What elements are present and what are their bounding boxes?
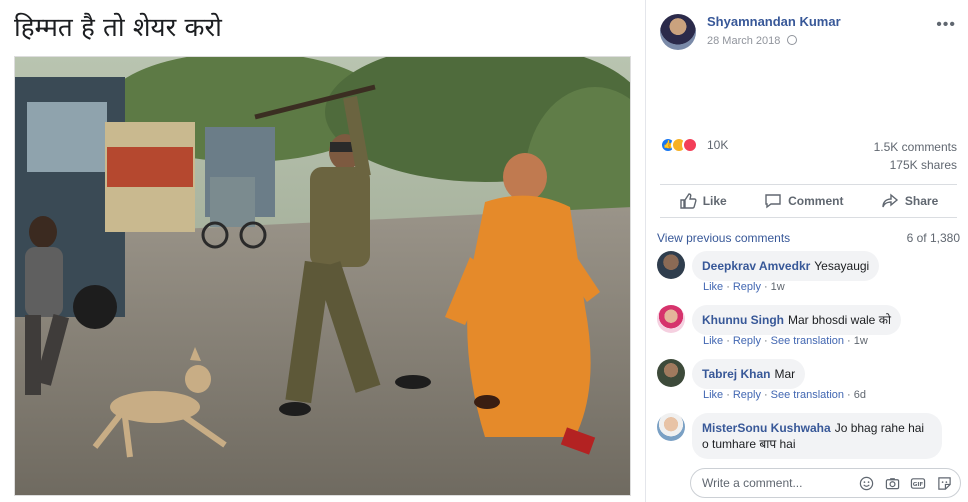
more-options-icon[interactable]: •••: [936, 16, 956, 34]
comment-icon: [765, 194, 781, 209]
share-button[interactable]: Share: [881, 192, 938, 210]
svg-text:GIF: GIF: [913, 481, 924, 487]
commenter-avatar[interactable]: [657, 251, 685, 279]
share-label: Share: [904, 194, 939, 208]
commenter-name[interactable]: Khunnu Singh: [702, 313, 784, 327]
comment-text: Mar bhosdi wale को: [787, 313, 892, 327]
commenter-name[interactable]: Tabrej Khan: [702, 367, 770, 381]
author-name[interactable]: Shyamnandan Kumar: [707, 14, 841, 29]
sticker-icon[interactable]: [936, 475, 952, 491]
comment-actions: Like · Reply · See translation · 6d: [703, 389, 866, 401]
composer-icons: GIF: [858, 475, 952, 491]
shares-count[interactable]: 175K shares: [890, 158, 957, 172]
comment-actions: Like · Reply · 1w: [703, 281, 785, 293]
action-bar: Like Comment Share: [660, 184, 957, 218]
camera-icon[interactable]: [884, 475, 900, 491]
post-viewer: हिम्मत है तो शेयर करो Shyamnandan Kumar …: [0, 0, 968, 502]
comment-input[interactable]: Write a comment...: [702, 476, 802, 490]
commenter-name[interactable]: MisterSonu Kushwaha: [702, 421, 831, 435]
see-translation-link[interactable]: See translation: [771, 389, 844, 401]
comment-bubble: Tabrej Khan Mar: [692, 359, 806, 389]
love-reaction-icon: [682, 137, 698, 153]
commenter-avatar[interactable]: [657, 413, 685, 441]
author-avatar[interactable]: [660, 14, 696, 50]
see-translation-link[interactable]: See translation: [771, 335, 844, 347]
globe-icon: [787, 35, 798, 45]
comment-like-link[interactable]: Like: [703, 389, 723, 401]
commenter-name[interactable]: Deepkrav Amvedkr: [702, 259, 810, 273]
comment-time[interactable]: 6d: [854, 389, 866, 401]
thumbs-up-icon: [680, 193, 697, 209]
comment-text: Mar: [774, 367, 796, 381]
comments-page-count: 6 of 1,380: [906, 231, 960, 245]
post-stats: 👍 10K 1.5K comments 175K shares: [660, 137, 957, 177]
post-header: Shyamnandan Kumar 28 March 2018 •••: [660, 12, 960, 52]
comments-count[interactable]: 1.5K comments: [874, 140, 957, 154]
reaction-count[interactable]: 10K: [707, 138, 728, 152]
comment-reply-link[interactable]: Reply: [733, 281, 761, 293]
comment-bubble: Deepkrav Amvedkr Yesayaugi: [692, 251, 880, 281]
post-sidebar: Shyamnandan Kumar 28 March 2018 ••• 👍 10…: [645, 0, 968, 502]
comment-reply-link[interactable]: Reply: [733, 389, 761, 401]
comment-reply-link[interactable]: Reply: [733, 335, 761, 347]
view-previous-comments-link[interactable]: View previous comments: [657, 231, 790, 245]
like-button[interactable]: Like: [679, 192, 727, 210]
comment-like-link[interactable]: Like: [703, 281, 723, 293]
media-area: हिम्मत है तो शेयर करो: [0, 0, 645, 502]
gif-icon[interactable]: GIF: [910, 475, 926, 491]
comment-text: Yesayaugi: [814, 259, 870, 273]
comment-composer[interactable]: Write a comment... GIF: [690, 468, 961, 498]
post-date[interactable]: 28 March 2018: [707, 35, 780, 47]
comment-label: Comment: [788, 194, 844, 208]
comment-bubble: Khunnu Singh Mar bhosdi wale को: [692, 305, 902, 335]
comment-button[interactable]: Comment: [764, 192, 843, 210]
comment-actions: Like · Reply · See translation · 1w: [703, 335, 868, 347]
like-label: Like: [702, 194, 727, 208]
emoji-icon[interactable]: [858, 475, 874, 491]
comment-bubble: MisterSonu Kushwaha Jo bhag rahe hai o tu…: [692, 413, 942, 459]
comment-time[interactable]: 1w: [771, 281, 785, 293]
comments-header: View previous comments 6 of 1,380: [657, 231, 960, 245]
post-photo[interactable]: [14, 56, 631, 496]
share-icon: [882, 193, 898, 208]
commenter-avatar[interactable]: [657, 359, 685, 387]
comment-like-link[interactable]: Like: [703, 335, 723, 347]
post-date-row: 28 March 2018: [707, 35, 798, 47]
commenter-avatar[interactable]: [657, 305, 685, 333]
photo-caption: हिम्मत है तो शेयर करो: [14, 13, 222, 43]
comment-time[interactable]: 1w: [854, 335, 868, 347]
